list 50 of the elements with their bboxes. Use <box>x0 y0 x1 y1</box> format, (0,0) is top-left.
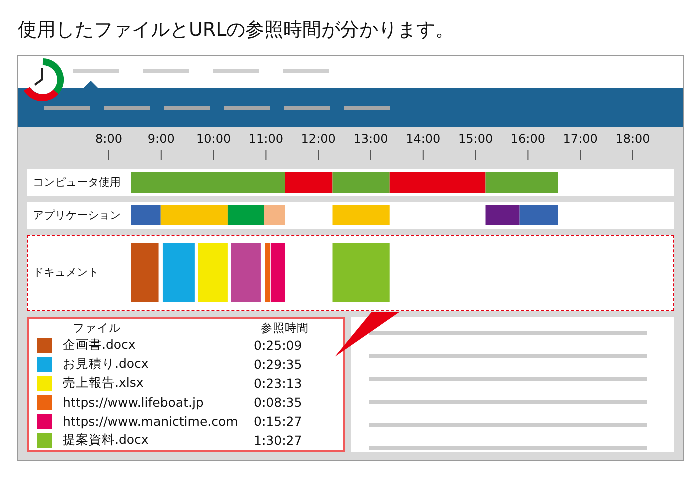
column-header: ファイル <box>73 321 122 336</box>
time-label: 13:00 <box>354 132 388 146</box>
time-label: 18:00 <box>616 132 650 146</box>
time-value: 0:25:09 <box>254 338 302 353</box>
time-value: 0:23:13 <box>254 376 302 391</box>
tick-mark <box>422 150 424 160</box>
file-name: 売上報告.xlsx <box>63 375 145 392</box>
tick-mark <box>475 150 476 160</box>
time-value: 1:30:27 <box>254 433 302 448</box>
time-label: 12:00 <box>301 132 336 146</box>
file-name: https://www.lifeboat.jp <box>63 395 205 410</box>
tick-mark <box>528 150 529 160</box>
tick-mark <box>108 150 110 160</box>
time-label: 11:00 <box>248 132 284 146</box>
nav-placeholder[interactable] <box>344 106 390 110</box>
file-name: お見積り.docx <box>63 356 150 373</box>
callout-pointer <box>335 312 401 358</box>
file-name: https://www.manictime.com <box>63 414 240 429</box>
time-label: 16:00 <box>510 132 546 146</box>
time-value: 0:29:35 <box>254 357 302 372</box>
timeline-row[interactable]: コンピュータ使用 <box>27 169 674 196</box>
tick-mark <box>318 150 320 160</box>
tick-mark <box>160 150 162 160</box>
time-value: 0:15:27 <box>254 414 302 429</box>
nav-placeholder[interactable] <box>164 106 210 110</box>
tick-mark <box>370 150 372 160</box>
column-header: 参照時間 <box>261 321 309 336</box>
timeline-row[interactable]: アプリケーション <box>27 202 674 229</box>
row-label: コンピュータ使用 <box>32 176 122 190</box>
time-label: 14:00 <box>406 132 441 146</box>
time-label: 17:00 <box>563 132 598 146</box>
time-label: 9:00 <box>148 132 175 146</box>
tick-mark <box>213 150 214 160</box>
tick-mark <box>580 150 582 160</box>
page-heading: 使用したファイルとURLの参照時間が分かります。 <box>17 18 456 43</box>
nav-placeholder[interactable] <box>284 106 330 110</box>
time-value: 0:08:35 <box>254 395 302 410</box>
nav-placeholder[interactable] <box>224 106 270 110</box>
highlighted-row[interactable]: ドキュメント <box>27 235 674 311</box>
time-label: 8:00 <box>96 132 122 146</box>
nav-placeholder[interactable] <box>44 106 90 110</box>
time-label: 10:00 <box>196 132 232 146</box>
time-label: 15:00 <box>458 132 494 146</box>
tick-mark <box>632 150 634 160</box>
row-label: ドキュメント <box>32 266 100 280</box>
file-name: 提案資料.docx <box>63 432 150 449</box>
tick-mark <box>266 150 267 160</box>
nav-placeholder[interactable] <box>104 106 150 110</box>
row-label: アプリケーション <box>32 208 122 222</box>
file-name: 企画書.docx <box>63 337 137 354</box>
